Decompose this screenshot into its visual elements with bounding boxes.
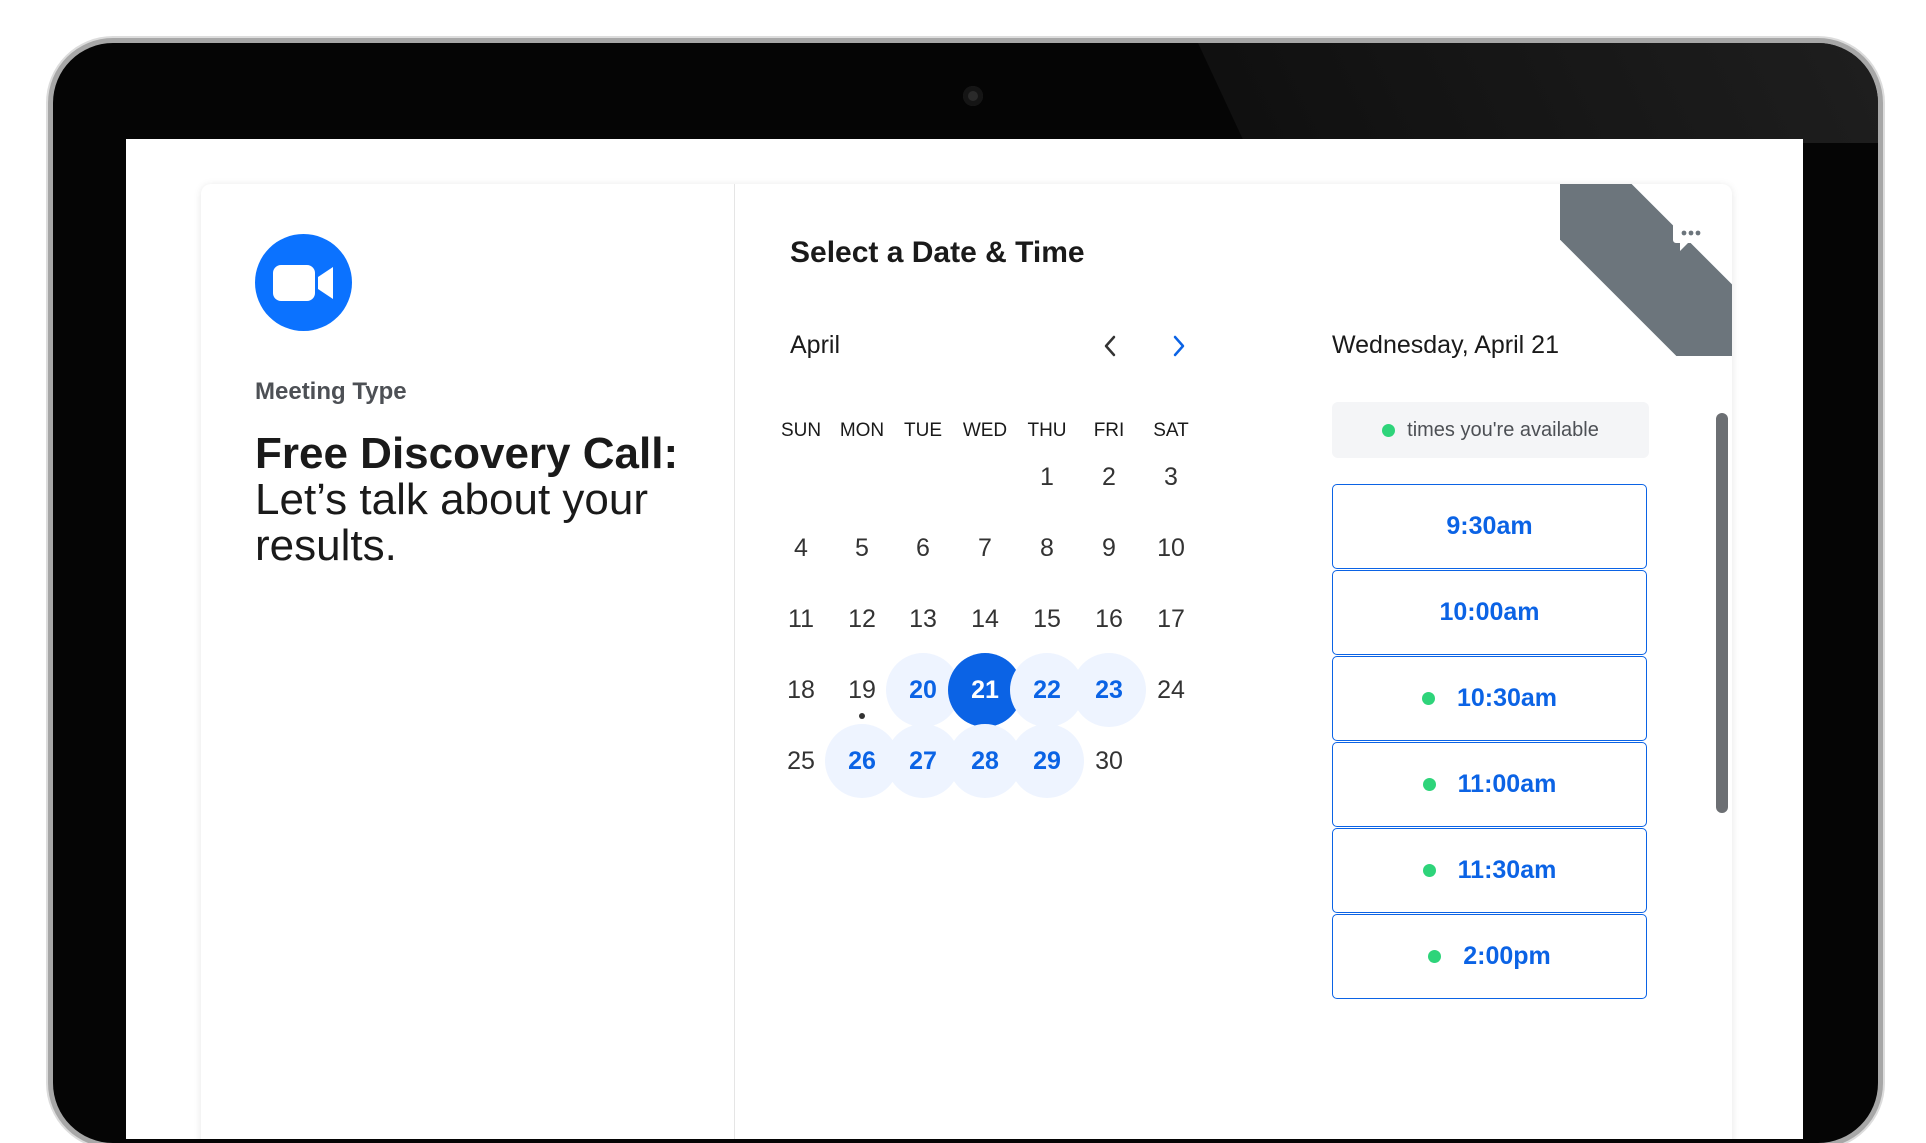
event-title-rest: Let’s talk about your results.: [255, 475, 648, 570]
calendar-day-label: 19: [848, 675, 876, 704]
calendar-day-label: 28: [971, 746, 999, 775]
video-camera-icon: [255, 234, 352, 331]
weekday-sat: SAT: [1153, 420, 1189, 441]
calendar-day-3: 3: [1134, 440, 1208, 514]
time-slot-label: 2:00pm: [1463, 942, 1551, 970]
time-slot-button[interactable]: 9:30am: [1332, 484, 1647, 569]
time-slot-button[interactable]: 2:00pm: [1332, 914, 1647, 999]
calendar-day-label: 20: [909, 675, 937, 704]
ribbon-band: [1560, 184, 1732, 356]
calendar-day-label: 9: [1102, 533, 1116, 562]
event-title: Free Discovery Call: Let’s talk about yo…: [255, 431, 725, 569]
available-dot-icon: [1428, 950, 1442, 963]
calendar-day-label: 17: [1157, 604, 1185, 633]
available-dot-icon: [1422, 778, 1436, 791]
calendar-day-label: 12: [848, 604, 876, 633]
calendar-day-label: 24: [1157, 675, 1185, 704]
calendar-day-label: 23: [1095, 675, 1123, 704]
calendar-day-label: 16: [1095, 604, 1123, 633]
calendar-day-label: 22: [1033, 675, 1061, 704]
feedback-ribbon[interactable]: [1560, 184, 1732, 356]
available-dot-icon: [1382, 423, 1396, 437]
legend-text: times you're available: [1407, 418, 1599, 441]
calendar-day-label: 30: [1095, 746, 1123, 775]
available-dot-icon: [1422, 864, 1436, 877]
chevron-right-icon: [1173, 335, 1185, 357]
calendar-month: April: [790, 331, 841, 359]
scheduling-card: Meeting Type Free Discovery Call: Let’s …: [201, 184, 1732, 1139]
time-slot-label: 10:00am: [1439, 598, 1540, 626]
meeting-type-label: Meeting Type: [255, 378, 407, 405]
selected-date-heading: Wednesday, April 21: [1332, 331, 1559, 359]
chevron-left-icon: [1104, 335, 1116, 357]
calendar-day-label: 25: [787, 746, 815, 775]
calendar-day-label: 27: [909, 746, 937, 775]
time-slot-button[interactable]: 11:00am: [1332, 742, 1647, 827]
calendar-day-label: 21: [971, 675, 999, 704]
calendar-day-label: 29: [1033, 746, 1061, 775]
calendar-day-label: 1: [1040, 462, 1054, 491]
calendar-day-label: 10: [1157, 533, 1185, 562]
calendar-day-label: 4: [794, 533, 808, 562]
calendar-day-label: 5: [855, 533, 869, 562]
time-slot-button[interactable]: 11:30am: [1332, 828, 1647, 913]
calendar-day-17: 17: [1134, 582, 1208, 656]
time-slot-button[interactable]: 10:00am: [1332, 570, 1647, 655]
calendar-day-label: 7: [978, 533, 992, 562]
calendar-day-label: 6: [916, 533, 930, 562]
event-details-panel: Meeting Type Free Discovery Call: Let’s …: [201, 184, 735, 1139]
time-slot-label: 11:00am: [1457, 770, 1557, 798]
screen-glare: [1198, 43, 1878, 143]
time-slot-label: 11:30am: [1457, 856, 1557, 884]
section-title: Select a Date & Time: [790, 236, 1085, 269]
available-dot-icon: [1421, 692, 1435, 705]
time-slot-button[interactable]: 10:30am: [1332, 656, 1647, 741]
calendar-day-label: 3: [1164, 462, 1178, 491]
time-slot-label: 10:30am: [1456, 684, 1558, 712]
scrollbar-thumb[interactable]: [1716, 413, 1728, 813]
screen: Meeting Type Free Discovery Call: Let’s …: [126, 139, 1803, 1139]
calendar-day-10: 10: [1134, 511, 1208, 585]
next-month-button[interactable]: [1159, 326, 1199, 366]
time-slot-label: 9:30am: [1446, 512, 1533, 540]
calendar-day-label: 14: [971, 604, 999, 633]
calendar-day-label: 15: [1033, 604, 1061, 633]
today-indicator-dot: [859, 713, 865, 719]
calendar-day-label: 11: [788, 604, 814, 633]
calendar-day-label: 8: [1040, 533, 1054, 562]
calendar-day-label: 18: [787, 675, 815, 704]
availability-legend: times you're available: [1332, 402, 1649, 458]
chat-bubble-icon: [1673, 223, 1709, 251]
calendar-day-30: 30: [1072, 724, 1146, 798]
webcam: [963, 86, 983, 106]
event-title-bold: Free Discovery Call:: [255, 429, 679, 478]
prev-month-button[interactable]: [1090, 326, 1130, 366]
calendar-day-label: 2: [1102, 462, 1116, 491]
laptop-frame: Meeting Type Free Discovery Call: Let’s …: [53, 43, 1878, 1143]
calendar-day-24: 24: [1134, 653, 1208, 727]
calendar-day-label: 13: [909, 604, 937, 633]
calendar-day-label: 26: [848, 746, 876, 775]
